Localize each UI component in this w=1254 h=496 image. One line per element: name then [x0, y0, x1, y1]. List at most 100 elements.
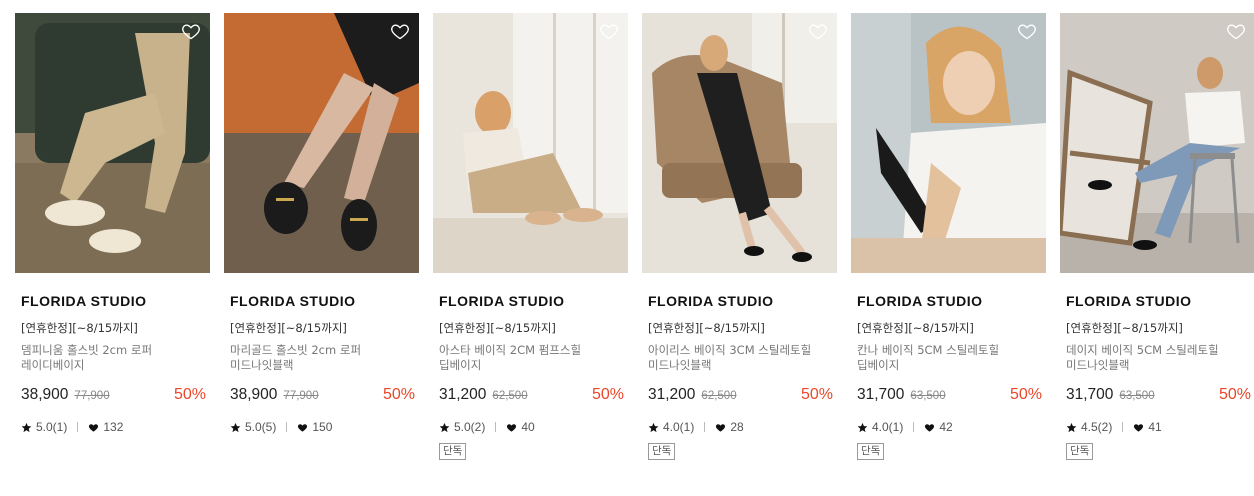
brand-name[interactable]: FLORIDA STUDIO: [15, 293, 210, 311]
product-card[interactable]: FLORIDA STUDIO [연휴한정][~8/15까지] 데이지 베이직 5…: [1060, 13, 1254, 460]
review-meta: 4.0(1) 42: [851, 420, 1046, 434]
exclusive-badge: 단독: [648, 443, 676, 460]
meta-divider: [913, 422, 915, 432]
star-icon: [648, 422, 659, 432]
star-icon: [857, 422, 868, 432]
product-card[interactable]: FLORIDA STUDIO [연휴한정][~8/15까지] 칸나 베이직 5C…: [851, 13, 1046, 460]
promo-label: [연휴한정][~8/15까지]: [648, 321, 765, 335]
heart-filled-icon: [89, 423, 99, 432]
sale-price: 31,700: [857, 386, 905, 403]
product-name[interactable]: 뎀피니움 홀스빗 2cm 로퍼 레이디베이지: [15, 343, 210, 373]
discount-rate: 50%: [1009, 386, 1042, 403]
promo-label: [연휴한정][~8/15까지]: [230, 321, 347, 335]
discount-rate: 50%: [173, 386, 206, 403]
sale-price: 31,700: [1066, 386, 1114, 403]
heart-filled-icon: [716, 423, 726, 432]
sale-price: 38,900: [21, 386, 69, 403]
price-row: 38,900 77,900 50%: [15, 386, 210, 406]
price-row: 31,200 62,500 50%: [433, 386, 628, 406]
review-meta: 4.5(2) 41: [1060, 420, 1254, 434]
discount-rate: 50%: [382, 386, 415, 403]
rating-value: 5.0(2): [454, 420, 486, 434]
product-image[interactable]: [1060, 13, 1254, 273]
product-name[interactable]: 데이지 베이직 5CM 스틸레토힐 미드나잇블랙: [1060, 343, 1254, 373]
product-photo: [224, 13, 419, 273]
like-count: 41: [1148, 420, 1162, 434]
brand-name[interactable]: FLORIDA STUDIO: [433, 293, 628, 311]
wishlist-heart-icon[interactable]: [1017, 21, 1037, 41]
original-price: 62,500: [492, 390, 528, 402]
brand-name[interactable]: FLORIDA STUDIO: [642, 293, 837, 311]
price-row: 31,700 63,500 50%: [1060, 386, 1254, 406]
star-icon: [1066, 422, 1077, 432]
meta-divider: [77, 422, 79, 432]
product-image[interactable]: [642, 13, 837, 273]
brand-name[interactable]: FLORIDA STUDIO: [851, 293, 1046, 311]
meta-divider: [1122, 422, 1124, 432]
discount-rate: 50%: [591, 386, 624, 403]
review-meta: 5.0(5) 150: [224, 420, 419, 434]
meta-divider: [704, 422, 706, 432]
wishlist-heart-icon[interactable]: [1226, 21, 1246, 41]
star-icon: [439, 422, 450, 432]
brand-name[interactable]: FLORIDA STUDIO: [1060, 293, 1254, 311]
product-image[interactable]: [851, 13, 1046, 273]
like-count: 132: [103, 420, 124, 434]
product-photo: [433, 13, 628, 273]
sale-price: 31,200: [439, 386, 487, 403]
brand-name[interactable]: FLORIDA STUDIO: [224, 293, 419, 311]
product-photo: [1060, 13, 1254, 273]
price-row: 31,700 63,500 50%: [851, 386, 1046, 406]
product-name[interactable]: 아스타 베이직 2CM 펌프스힐 딥베이지: [433, 343, 628, 373]
like-count: 42: [939, 420, 953, 434]
promo-label: [연휴한정][~8/15까지]: [1066, 321, 1183, 335]
exclusive-badge: 단독: [439, 443, 467, 460]
review-meta: 4.0(1) 28: [642, 420, 837, 434]
original-price: 77,900: [283, 390, 319, 402]
exclusive-badge: 단독: [1066, 443, 1094, 460]
review-meta: 5.0(2) 40: [433, 420, 628, 434]
star-icon: [230, 422, 241, 432]
product-photo: [851, 13, 1046, 273]
product-image[interactable]: [15, 13, 210, 273]
rating-value: 5.0(1): [36, 420, 68, 434]
sale-price: 31,200: [648, 386, 696, 403]
meta-divider: [495, 422, 497, 432]
rating-value: 4.0(1): [663, 420, 695, 434]
product-photo: [15, 13, 210, 273]
product-name[interactable]: 칸나 베이직 5CM 스틸레토힐 딥베이지: [851, 343, 1046, 373]
product-card[interactable]: FLORIDA STUDIO [연휴한정][~8/15까지] 뎀피니움 홀스빗 …: [15, 13, 210, 460]
promo-label: [연휴한정][~8/15까지]: [439, 321, 556, 335]
product-image[interactable]: [224, 13, 419, 273]
price-row: 31,200 62,500 50%: [642, 386, 837, 406]
product-card[interactable]: FLORIDA STUDIO [연휴한정][~8/15까지] 아스타 베이직 2…: [433, 13, 628, 460]
product-name[interactable]: 아이리스 베이직 3CM 스틸레토힐 미드나잇블랙: [642, 343, 837, 373]
discount-rate: 50%: [800, 386, 833, 403]
product-card[interactable]: FLORIDA STUDIO [연휴한정][~8/15까지] 마리골드 홀스빗 …: [224, 13, 419, 460]
heart-filled-icon: [507, 423, 517, 432]
wishlist-heart-icon[interactable]: [181, 21, 201, 41]
meta-divider: [286, 422, 288, 432]
product-name[interactable]: 마리골드 홀스빗 2cm 로퍼 미드나잇블랙: [224, 343, 419, 373]
heart-filled-icon: [1134, 423, 1144, 432]
wishlist-heart-icon[interactable]: [390, 21, 410, 41]
wishlist-heart-icon[interactable]: [808, 21, 828, 41]
heart-filled-icon: [925, 423, 935, 432]
price-row: 38,900 77,900 50%: [224, 386, 419, 406]
original-price: 63,500: [910, 390, 946, 402]
like-count: 150: [312, 420, 333, 434]
original-price: 62,500: [701, 390, 737, 402]
rating-value: 5.0(5): [245, 420, 277, 434]
wishlist-heart-icon[interactable]: [599, 21, 619, 41]
product-image[interactable]: [433, 13, 628, 273]
review-meta: 5.0(1) 132: [15, 420, 210, 434]
exclusive-badge: 단독: [857, 443, 885, 460]
like-count: 28: [730, 420, 744, 434]
product-photo: [642, 13, 837, 273]
original-price: 63,500: [1119, 390, 1155, 402]
sale-price: 38,900: [230, 386, 278, 403]
heart-filled-icon: [298, 423, 308, 432]
star-icon: [21, 422, 32, 432]
promo-label: [연휴한정][~8/15까지]: [21, 321, 138, 335]
product-card[interactable]: FLORIDA STUDIO [연휴한정][~8/15까지] 아이리스 베이직 …: [642, 13, 837, 460]
